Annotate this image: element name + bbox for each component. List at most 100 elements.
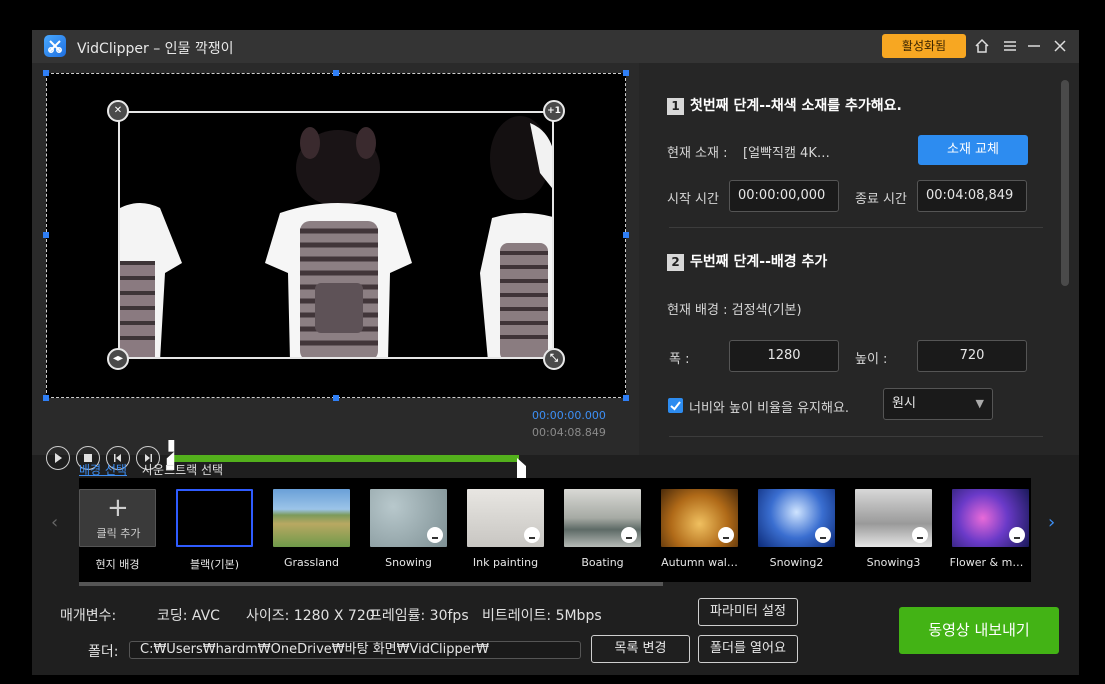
play-button[interactable] — [46, 446, 70, 470]
current-material-value: [얼빡직캠 4K… — [743, 146, 830, 161]
download-icon[interactable] — [427, 527, 443, 543]
timeline-track[interactable] — [174, 455, 519, 462]
export-video-button[interactable]: 동영상 내보내기 — [899, 607, 1059, 654]
checkmark-icon — [670, 401, 681, 411]
close-icon[interactable] — [1051, 38, 1069, 56]
resize-handle[interactable] — [43, 70, 49, 76]
tab-background-select[interactable]: 배경 선택 — [79, 461, 127, 478]
background-label: Grassland — [284, 556, 339, 569]
background-label: Flower & m… — [949, 556, 1024, 569]
background-label: Autumn wal… — [661, 556, 738, 569]
fps-value: 프레임률: 30fps — [369, 608, 469, 624]
size-value: 사이즈: 1280 X 720 — [246, 608, 375, 624]
start-time-input[interactable]: 00:00:00,000 — [729, 180, 839, 212]
resize-handle[interactable] — [623, 70, 629, 76]
download-icon[interactable] — [621, 527, 637, 543]
download-icon[interactable] — [718, 527, 734, 543]
background-label: 블랙(기본) — [189, 558, 240, 571]
duplicate-clip-icon[interactable]: +1 — [543, 100, 565, 122]
add-local-label: 클릭 추가 — [96, 527, 141, 540]
chevron-right-icon[interactable]: › — [1048, 512, 1055, 533]
step2-heading: 2 두번째 단계--배경 추가 — [667, 251, 827, 271]
download-icon[interactable] — [912, 527, 928, 543]
replace-material-button[interactable]: 소재 교체 — [918, 135, 1028, 165]
background-label: 현지 배경 — [95, 558, 140, 571]
background-label: Snowing — [385, 556, 432, 569]
background-label: Boating — [581, 556, 624, 569]
minimize-icon[interactable] — [1025, 38, 1043, 56]
width-label: 폭 : — [669, 352, 690, 367]
background-thumb-snowing[interactable] — [370, 489, 447, 547]
download-icon[interactable] — [1009, 527, 1025, 543]
activate-button[interactable]: 활성화됨 — [882, 34, 966, 58]
background-thumb-autumn-walk[interactable] — [661, 489, 738, 547]
gallery-scrollbar[interactable] — [79, 582, 663, 586]
add-local-background-button[interactable]: + 클릭 추가 — [79, 489, 156, 547]
background-thumb-snowing2[interactable] — [758, 489, 835, 547]
step1-title: 첫번째 단계--채색 소재를 추가해요. — [690, 98, 902, 114]
resize-handle[interactable] — [333, 395, 339, 401]
background-thumb-flower-moon[interactable] — [952, 489, 1029, 547]
panel-scrollbar[interactable] — [1061, 80, 1069, 286]
flip-clip-icon[interactable]: ◂▸ — [107, 348, 129, 370]
background-thumb-grassland[interactable] — [273, 489, 350, 547]
open-folder-button[interactable]: 폴더를 열어요 — [698, 635, 798, 663]
home-icon[interactable] — [973, 38, 991, 56]
end-time-label: 종료 시간 — [855, 192, 907, 207]
download-icon[interactable] — [815, 527, 831, 543]
bitrate-value: 비트레이트: 5Mbps — [482, 608, 602, 624]
start-time-label: 시작 시간 — [667, 192, 719, 207]
step1-heading: 1 첫번째 단계--채색 소재를 추가해요. — [667, 95, 902, 115]
background-label: Snowing2 — [769, 556, 824, 569]
background-thumb-black[interactable] — [176, 489, 253, 547]
video-preview-area: ✕ +1 ◂▸ ⤡ — [32, 63, 639, 480]
chevron-down-icon: ▼ — [975, 397, 984, 410]
tab-soundtrack-select[interactable]: 사운드트랙 선택 — [142, 461, 223, 478]
ratio-select-value: 원시 — [892, 396, 916, 411]
section-divider — [669, 436, 1043, 437]
end-time-input[interactable]: 00:04:08,849 — [917, 180, 1027, 212]
resize-handle[interactable] — [623, 232, 629, 238]
resize-handle[interactable] — [43, 232, 49, 238]
window-title: VidClipper – 인물 깍쟁이 — [77, 41, 234, 57]
app-window: VidClipper – 인물 깍쟁이 활성화됨 ✕ +1 ◂▸ ⤡ 00:00… — [32, 30, 1079, 675]
resize-handle[interactable] — [623, 395, 629, 401]
step2-title: 두번째 단계--배경 추가 — [690, 254, 828, 270]
resize-handle[interactable] — [333, 70, 339, 76]
background-label: Ink painting — [472, 556, 539, 569]
video-frame-image — [120, 113, 552, 357]
codec-value: 코딩: AVC — [157, 608, 220, 624]
parameter-settings-button[interactable]: 파라미터 설정 — [698, 598, 798, 626]
background-thumb-boating[interactable] — [564, 489, 641, 547]
height-label: 높이 : — [855, 352, 888, 367]
video-clip-frame[interactable] — [118, 111, 554, 359]
remove-clip-icon[interactable]: ✕ — [107, 100, 129, 122]
keep-ratio-label: 너비와 높이 비율을 유지해요. — [689, 401, 850, 416]
menu-icon[interactable] — [1001, 38, 1019, 56]
resize-clip-icon[interactable]: ⤡ — [543, 348, 565, 370]
current-time: 00:00:00.000 — [532, 409, 606, 422]
background-thumb-snowing3[interactable] — [855, 489, 932, 547]
ratio-select[interactable]: 원시 ▼ — [883, 388, 993, 420]
background-thumb-ink-painting[interactable] — [467, 489, 544, 547]
current-material-label: 현재 소재 : — [667, 146, 728, 161]
keep-ratio-checkbox[interactable] — [668, 398, 683, 413]
plus-icon: + — [107, 493, 129, 523]
vidclipper-logo-icon — [44, 35, 66, 57]
height-input[interactable]: 720 — [917, 340, 1027, 372]
params-label: 매개변수: — [60, 608, 117, 624]
current-background-label: 현재 배경 : 검정색(기본) — [667, 303, 802, 318]
background-label: Snowing3 — [866, 556, 921, 569]
title-bar: VidClipper – 인물 깍쟁이 활성화됨 — [32, 30, 1079, 63]
resize-handle[interactable] — [43, 395, 49, 401]
step2-number: 2 — [667, 254, 684, 271]
folder-path-input[interactable]: C:₩Users₩hardm₩OneDrive₩바탕 화면₩VidClipper… — [129, 641, 581, 659]
change-folder-button[interactable]: 목록 변경 — [591, 635, 690, 663]
download-icon[interactable] — [524, 527, 540, 543]
width-input[interactable]: 1280 — [729, 340, 839, 372]
chevron-left-icon[interactable]: ‹ — [51, 512, 58, 533]
section-divider — [669, 227, 1043, 228]
total-time: 00:04:08.849 — [532, 426, 606, 439]
folder-label: 폴더: — [88, 644, 119, 660]
step1-number: 1 — [667, 98, 684, 115]
